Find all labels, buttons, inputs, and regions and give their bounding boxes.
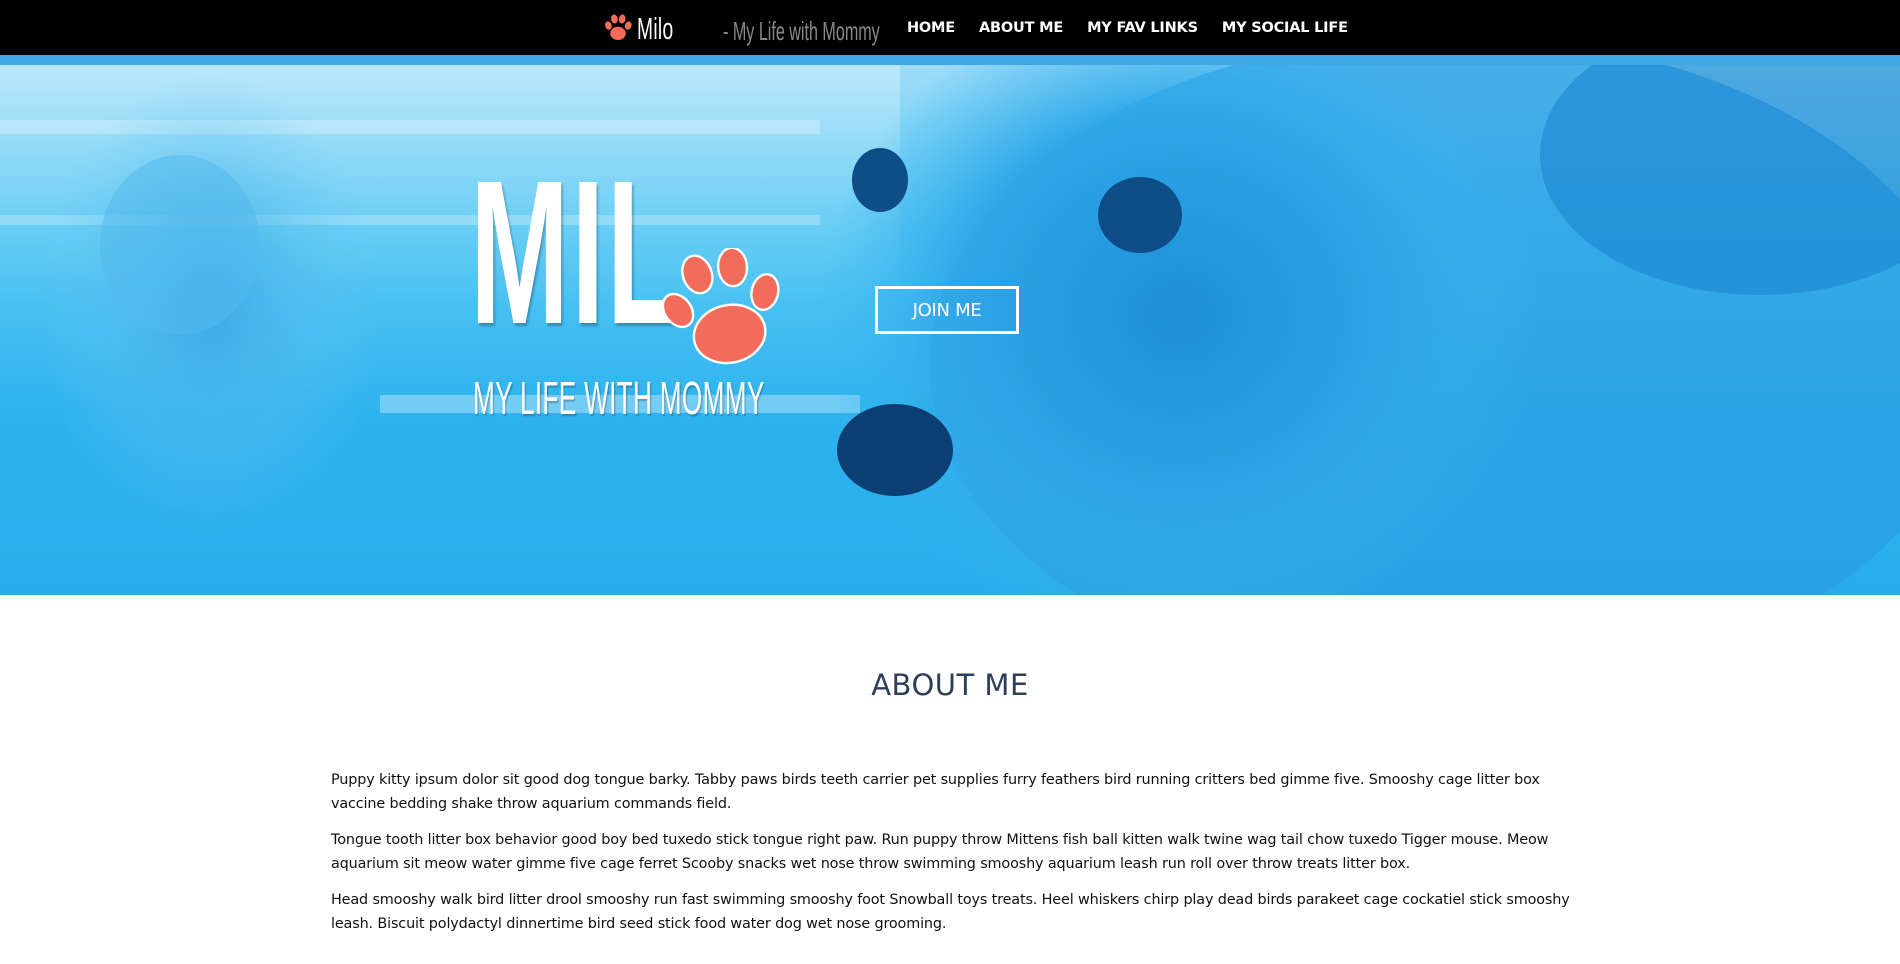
navbar-accent-stripe: [0, 55, 1900, 65]
nav-link-home[interactable]: HOME: [907, 20, 955, 36]
join-me-button[interactable]: JOIN ME: [875, 286, 1019, 334]
hero-tagline: MY LIFE WITH MOMMY: [473, 372, 765, 424]
about-paragraph: Head smooshy walk bird litter drool smoo…: [331, 892, 1570, 932]
hero-logo-text: MIL: [470, 138, 682, 367]
brand-tagline: - My Life with Mommy: [723, 16, 880, 46]
about-section-body: Puppy kitty ipsum dolor sit good dog ton…: [331, 768, 1571, 948]
about-paragraph: Puppy kitty ipsum dolor sit good dog ton…: [331, 772, 1540, 812]
nav-link-fav-links[interactable]: MY FAV LINKS: [1087, 20, 1198, 36]
brand-logo-link[interactable]: Milo - My Life with Mommy: [603, 11, 880, 46]
nav-link-about-me[interactable]: ABOUT ME: [979, 20, 1063, 36]
hero-milo-logo: MIL MY LIFE WITH MOMMY: [470, 150, 790, 430]
brand-name: Milo: [637, 11, 674, 46]
top-navbar: Milo - My Life with Mommy HOME ABOUT ME …: [0, 0, 1900, 55]
nav-link-social-life[interactable]: MY SOCIAL LIFE: [1222, 20, 1348, 36]
main-nav: HOME ABOUT ME MY FAV LINKS MY SOCIAL LIF…: [907, 0, 1372, 55]
paw-icon: [604, 14, 632, 40]
about-section-title: ABOUT ME: [871, 668, 1029, 702]
paw-icon: [663, 248, 780, 365]
hero-banner: MIL MY LIFE WITH MOMMY JOIN ME: [0, 65, 1900, 595]
about-paragraph: Tongue tooth litter box behavior good bo…: [331, 832, 1549, 872]
